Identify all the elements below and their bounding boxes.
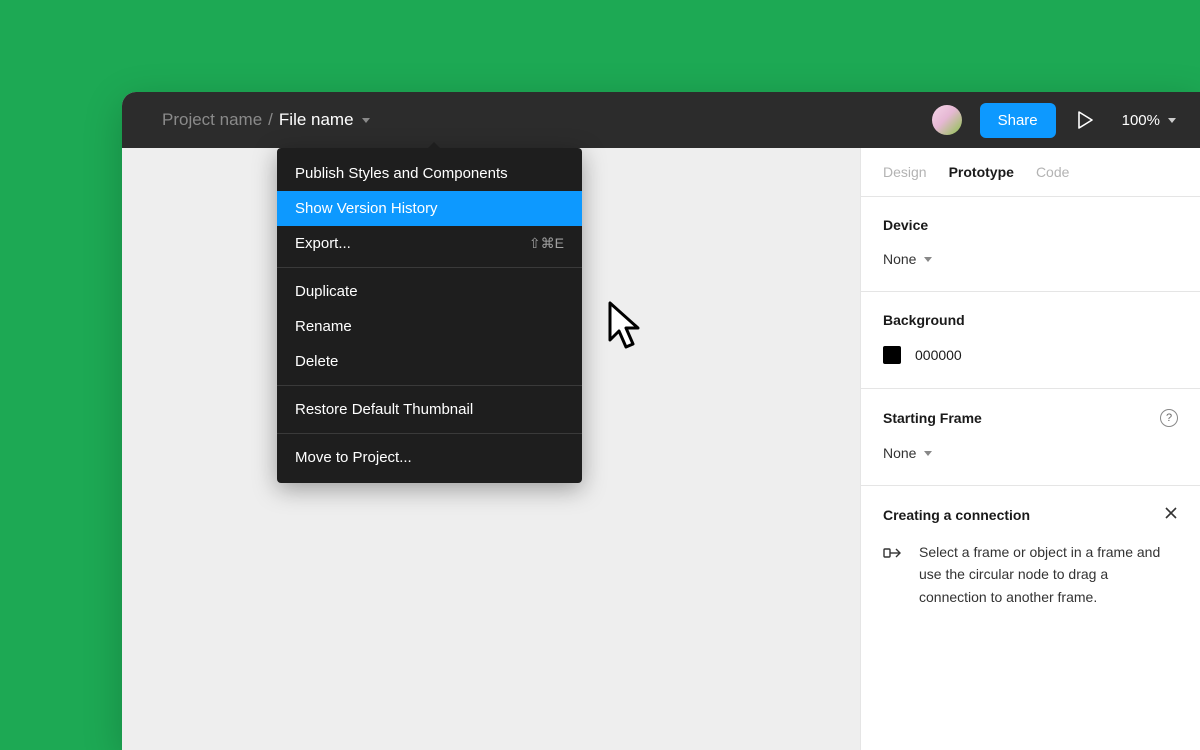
menu-item-label: Delete [295,353,338,370]
breadcrumb-file[interactable]: File name [279,110,370,130]
menu-shortcut: ⇧⌘E [529,235,564,252]
chevron-down-icon [924,257,932,262]
menu-separator [277,433,582,434]
connection-body: Select a frame or object in a frame and … [919,541,1178,608]
menu-item-label: Rename [295,318,352,335]
topbar: Project name / File name Share 100% [122,92,1200,148]
close-icon[interactable] [1164,506,1178,523]
file-dropdown: Publish Styles and Components Show Versi… [277,148,582,483]
chevron-down-icon [924,451,932,456]
menu-item-label: Move to Project... [295,449,412,466]
device-select[interactable]: None [883,251,1178,267]
background-section: Background 000000 [861,292,1200,389]
dropdown-caret [427,142,441,149]
zoom-value: 100% [1122,112,1160,129]
device-title: Device [883,217,1178,233]
starting-frame-value: None [883,445,916,461]
connection-section: Creating a connection Select a frame or … [861,486,1200,632]
chevron-down-icon [1168,118,1176,123]
menu-publish-styles[interactable]: Publish Styles and Components [277,156,582,191]
breadcrumb-file-label: File name [279,110,354,130]
menu-restore-thumbnail[interactable]: Restore Default Thumbnail [277,392,582,427]
connection-icon [883,543,905,566]
app-window: Project name / File name Share 100% Desi… [122,92,1200,750]
device-value: None [883,251,916,267]
menu-delete[interactable]: Delete [277,344,582,379]
background-title: Background [883,312,1178,328]
breadcrumb-project[interactable]: Project name [162,110,262,130]
tab-prototype[interactable]: Prototype [949,164,1014,180]
tab-design[interactable]: Design [883,164,927,180]
starting-frame-select[interactable]: None [883,445,1178,461]
panel-tabs: Design Prototype Code [861,148,1200,197]
menu-separator [277,267,582,268]
menu-item-label: Duplicate [295,283,358,300]
menu-item-label: Restore Default Thumbnail [295,401,473,418]
menu-item-label: Publish Styles and Components [295,165,508,182]
avatar[interactable] [932,105,962,135]
menu-item-label: Show Version History [295,200,438,217]
menu-item-label: Export... [295,235,351,252]
chevron-down-icon [362,118,370,123]
menu-separator [277,385,582,386]
menu-move-to-project[interactable]: Move to Project... [277,440,582,475]
menu-show-version-history[interactable]: Show Version History [277,191,582,226]
right-panel: Design Prototype Code Device None Backgr… [860,148,1200,750]
connection-title: Creating a connection [883,507,1030,523]
background-color-row[interactable]: 000000 [883,346,1178,364]
help-icon[interactable]: ? [1160,409,1178,427]
tab-code[interactable]: Code [1036,164,1069,180]
color-swatch[interactable] [883,346,901,364]
starting-frame-section: Starting Frame ? None [861,389,1200,486]
device-section: Device None [861,197,1200,292]
menu-export[interactable]: Export... ⇧⌘E [277,226,582,261]
menu-rename[interactable]: Rename [277,309,582,344]
menu-duplicate[interactable]: Duplicate [277,274,582,309]
breadcrumb-separator: / [268,110,273,130]
zoom-control[interactable]: 100% [1122,112,1176,129]
share-button[interactable]: Share [980,103,1056,138]
background-hex: 000000 [915,347,962,363]
play-icon[interactable] [1078,111,1094,129]
starting-frame-title: Starting Frame [883,410,982,426]
breadcrumb: Project name / File name [162,110,370,130]
